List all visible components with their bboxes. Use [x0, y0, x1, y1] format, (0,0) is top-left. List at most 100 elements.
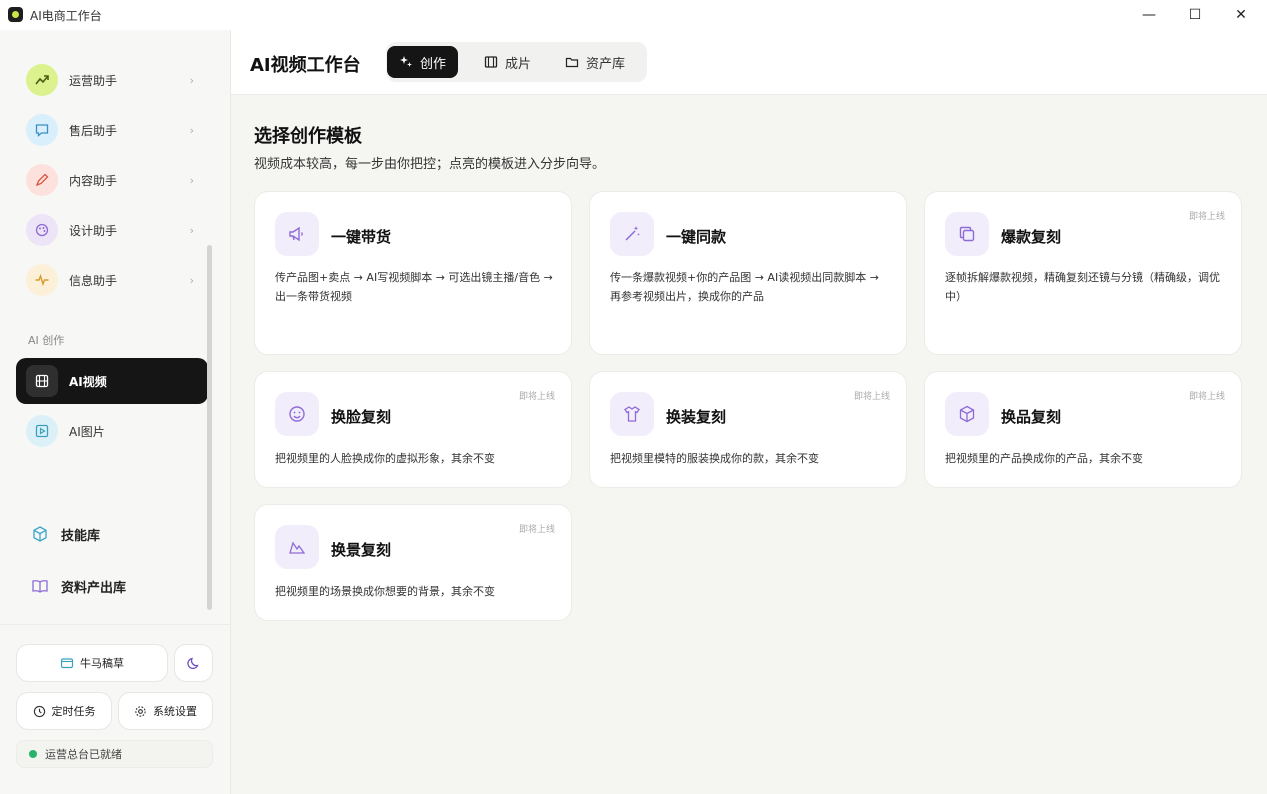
main-content: 选择创作模板 视频成本较高，每一步由你把控；点亮的模板进入分步向导。 一键带货 … — [231, 95, 1267, 794]
card-description: 传一条爆款视频+你的产品图 → AI读视频出同款脚本 → 再参考视频出片，换成你… — [610, 271, 879, 303]
palette-icon — [26, 214, 58, 246]
pen-icon — [26, 164, 58, 196]
sidebar-scrollbar[interactable] — [207, 245, 212, 610]
tab-assets[interactable]: 资产库 — [553, 46, 637, 78]
status-bar: 运营总台已就绪 — [16, 740, 213, 768]
folder-icon — [565, 55, 579, 69]
minimize-button[interactable]: — — [1126, 0, 1172, 30]
sidebar-item-label: AI图片 — [69, 424, 105, 439]
sidebar-item-operations[interactable]: 运营助手 › — [16, 57, 208, 103]
scheduled-tasks-label: 定时任务 — [51, 705, 96, 718]
sidebar-item-label: 运营助手 — [69, 73, 118, 88]
template-card-face-swap[interactable]: 即将上线 换脸复刻 把视频里的人脸换成你的虚拟形象，其余不变 — [254, 371, 572, 488]
sidebar-item-label: 技能库 — [61, 528, 101, 544]
sidebar-item-label: AI视频 — [69, 374, 107, 389]
app-title: AI电商工作台 — [30, 9, 102, 23]
tab-create[interactable]: 创作 — [387, 46, 459, 78]
sidebar-item-label: 信息助手 — [69, 273, 118, 288]
wallet-icon — [60, 656, 74, 670]
theme-toggle-button[interactable] — [174, 644, 213, 682]
pulse-icon — [26, 264, 58, 296]
close-button[interactable]: ✕ — [1218, 0, 1264, 30]
coming-soon-badge: 即将上线 — [518, 525, 555, 535]
coming-soon-badge: 即将上线 — [853, 392, 890, 402]
coming-soon-badge: 即将上线 — [1188, 392, 1225, 402]
page-title: AI视频工作台 — [250, 55, 361, 76]
card-title: 爆款复刻 — [1001, 228, 1062, 246]
settings-button[interactable]: 系统设置 — [118, 692, 213, 730]
section-label-ai-create: AI 创作 — [28, 334, 65, 347]
status-dot — [29, 750, 37, 758]
sidebar-item-label: 内容助手 — [69, 173, 118, 188]
card-title: 换脸复刻 — [331, 408, 392, 426]
template-card-product-swap[interactable]: 即将上线 换品复刻 把视频里的产品换成你的产品，其余不变 — [924, 371, 1242, 488]
sidebar-item-aftersales[interactable]: 售后助手 › — [16, 107, 208, 153]
sidebar-item-info[interactable]: 信息助手 › — [16, 257, 208, 303]
scheduled-tasks-button[interactable]: 定时任务 — [16, 692, 112, 730]
template-card-scene-swap[interactable]: 即将上线 换景复刻 把视频里的场景换成你想要的背景，其余不变 — [254, 504, 572, 621]
megaphone-icon — [275, 212, 319, 256]
card-title: 换装复刻 — [666, 408, 727, 426]
sidebar-item-ai-image[interactable]: AI图片 — [16, 408, 208, 454]
sidebar-item-label: 设计助手 — [69, 223, 118, 238]
image-play-icon — [26, 415, 58, 447]
tab-label: 创作 — [420, 56, 447, 72]
tab-label: 成片 — [505, 56, 532, 72]
chevron-right-icon: › — [189, 223, 194, 237]
mountain-icon — [275, 525, 319, 569]
divider — [0, 624, 230, 625]
copy-icon — [945, 212, 989, 256]
smile-icon — [275, 392, 319, 436]
moon-icon — [186, 656, 201, 670]
sidebar: 运营助手 › 售后助手 › 内容助手 › 设计助手 › 信息助手 › AI 创作 — [0, 30, 231, 794]
chevron-right-icon: › — [189, 123, 194, 137]
card-title: 一键同款 — [666, 228, 727, 246]
sidebar-item-label: 售后助手 — [69, 123, 118, 138]
sparkle-icon — [399, 55, 413, 69]
film-icon — [26, 365, 58, 397]
card-description: 把视频里的场景换成你想要的背景，其余不变 — [275, 585, 495, 598]
card-description: 把视频里的人脸换成你的虚拟形象，其余不变 — [275, 452, 495, 465]
gear-icon — [134, 705, 147, 718]
settings-label: 系统设置 — [153, 705, 197, 718]
card-description: 逐帧拆解爆款视频，精确复刻还镜与分镜（精确级，调优中） — [945, 271, 1220, 303]
header: AI视频工作台 创作 成片 资产库 — [231, 30, 1267, 95]
card-description: 传产品图+卖点 → AI写视频脚本 → 可选出镜主播/音色 → 出一条带货视频 — [275, 271, 553, 303]
chevron-right-icon: › — [189, 273, 194, 287]
sidebar-item-design[interactable]: 设计助手 › — [16, 207, 208, 253]
section-subtitle: 视频成本较高，每一步由你把控；点亮的模板进入分步向导。 — [254, 157, 606, 172]
tab-finished[interactable]: 成片 — [472, 46, 543, 78]
film-strip-icon — [484, 55, 498, 69]
card-title: 一键带货 — [331, 228, 392, 246]
template-card-same-style[interactable]: 一键同款 传一条爆款视频+你的产品图 → AI读视频出同款脚本 → 再参考视频出… — [589, 191, 907, 355]
section-title: 选择创作模板 — [254, 126, 362, 147]
coming-soon-badge: 即将上线 — [1188, 212, 1225, 222]
sidebar-item-label: 资料产出库 — [61, 580, 127, 596]
clock-icon — [33, 705, 46, 718]
card-title: 换品复刻 — [1001, 408, 1062, 426]
template-card-outfit-swap[interactable]: 即将上线 换装复刻 把视频里模特的服装换成你的款，其余不变 — [589, 371, 907, 488]
chevron-right-icon: › — [189, 173, 194, 187]
sidebar-item-content[interactable]: 内容助手 › — [16, 157, 208, 203]
chat-bubble-icon — [26, 114, 58, 146]
book-open-icon — [31, 577, 49, 595]
app-logo-icon — [8, 7, 23, 22]
title-bar: AI电商工作台 — ☐ ✕ — [0, 0, 1267, 30]
shirt-icon — [610, 392, 654, 436]
tab-group: 创作 成片 资产库 — [386, 42, 647, 82]
magic-wand-icon — [610, 212, 654, 256]
template-card-viral-replica[interactable]: 即将上线 爆款复刻 逐帧拆解爆款视频，精确复刻还镜与分镜（精确级，调优中） — [924, 191, 1242, 355]
sidebar-item-skills[interactable]: 技能库 — [16, 514, 208, 554]
card-description: 把视频里模特的服装换成你的款，其余不变 — [610, 452, 819, 465]
card-description: 把视频里的产品换成你的产品，其余不变 — [945, 452, 1143, 465]
tab-label: 资产库 — [586, 56, 626, 72]
sidebar-item-ai-video[interactable]: AI视频 — [16, 358, 208, 404]
sidebar-item-output-library[interactable]: 资料产出库 — [16, 566, 208, 606]
coming-soon-badge: 即将上线 — [518, 392, 555, 402]
cube-icon — [31, 525, 49, 543]
card-title: 换景复刻 — [331, 541, 392, 559]
maximize-button[interactable]: ☐ — [1172, 0, 1218, 30]
draft-button[interactable]: 牛马稿草 — [16, 644, 168, 682]
template-card-one-click-sales[interactable]: 一键带货 传产品图+卖点 → AI写视频脚本 → 可选出镜主播/音色 → 出一条… — [254, 191, 572, 355]
box-icon — [945, 392, 989, 436]
